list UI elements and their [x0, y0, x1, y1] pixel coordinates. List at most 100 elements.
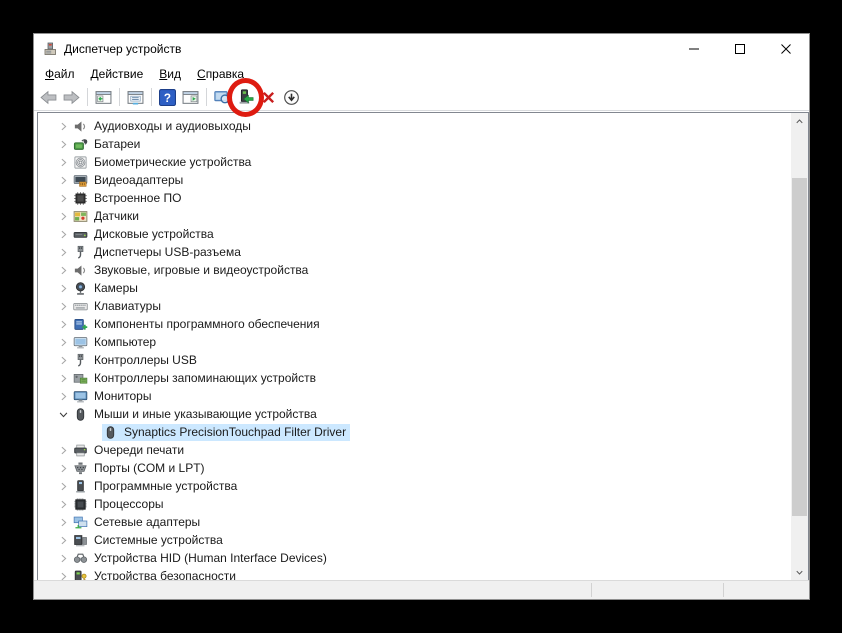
chevron-right-icon[interactable]: [54, 550, 72, 566]
disable-device-button[interactable]: [280, 86, 303, 109]
tree-item-content[interactable]: Батареи: [72, 136, 144, 153]
scroll-up-icon[interactable]: [791, 113, 808, 130]
tree-item-content[interactable]: Видеоадаптеры: [72, 172, 187, 189]
vertical-scrollbar[interactable]: [791, 113, 808, 581]
uninstall-button[interactable]: [257, 86, 280, 109]
chevron-right-icon[interactable]: [54, 118, 72, 134]
chevron-right-icon[interactable]: [54, 154, 72, 170]
menu-item-3[interactable]: Справка: [189, 65, 252, 83]
menu-item-0[interactable]: Файл: [37, 65, 83, 83]
tree-item[interactable]: Процессоры: [38, 495, 791, 513]
chevron-right-icon[interactable]: [54, 244, 72, 260]
tree-item[interactable]: Системные устройства: [38, 531, 791, 549]
back-arrow-button[interactable]: [37, 86, 60, 109]
chevron-right-icon[interactable]: [54, 352, 72, 368]
tree-item[interactable]: Камеры: [38, 279, 791, 297]
tree-item-content[interactable]: Программные устройства: [72, 478, 241, 495]
chevron-right-icon[interactable]: [54, 532, 72, 548]
tree-item[interactable]: Контроллеры запоминающих устройств: [38, 369, 791, 387]
chevron-right-icon[interactable]: [54, 226, 72, 242]
scrollbar-thumb[interactable]: [792, 178, 807, 516]
chevron-right-icon[interactable]: [54, 316, 72, 332]
tree-item-content[interactable]: Synaptics PrecisionTouchpad Filter Drive…: [102, 424, 350, 441]
tree-item-content[interactable]: Процессоры: [72, 496, 168, 513]
tree-item[interactable]: Порты (COM и LPT): [38, 459, 791, 477]
chevron-right-icon[interactable]: [54, 190, 72, 206]
tree-item-content[interactable]: Очереди печати: [72, 442, 188, 459]
tree-item-content[interactable]: Компоненты программного обеспечения: [72, 316, 324, 333]
tree-item[interactable]: Компоненты программного обеспечения: [38, 315, 791, 333]
tree-item[interactable]: Компьютер: [38, 333, 791, 351]
tree-item[interactable]: Контроллеры USB: [38, 351, 791, 369]
menu-item-2[interactable]: Вид: [151, 65, 189, 83]
action-pane-button[interactable]: [179, 86, 202, 109]
tree-item-content[interactable]: Датчики: [72, 208, 143, 225]
tree-item[interactable]: Программные устройства: [38, 477, 791, 495]
tree-item-content[interactable]: Дисковые устройства: [72, 226, 218, 243]
minimize-button[interactable]: [671, 34, 717, 63]
tree-item[interactable]: Батареи: [38, 135, 791, 153]
tree-item-content[interactable]: Компьютер: [72, 334, 160, 351]
chevron-right-icon[interactable]: [54, 370, 72, 386]
chevron-right-icon[interactable]: [54, 460, 72, 476]
tree-item[interactable]: Встроенное ПО: [38, 189, 791, 207]
chevron-right-icon[interactable]: [54, 298, 72, 314]
tree-item-content[interactable]: Сетевые адаптеры: [72, 514, 204, 531]
tree-item-label: Клавиатуры: [94, 299, 161, 313]
fingerprint-icon: [73, 155, 88, 170]
chevron-down-icon[interactable]: [54, 406, 72, 422]
tree-item[interactable]: Сетевые адаптеры: [38, 513, 791, 531]
chevron-right-icon[interactable]: [54, 208, 72, 224]
tree-item[interactable]: Дисковые устройства: [38, 225, 791, 243]
scan-hardware-button[interactable]: [211, 86, 234, 109]
tree-item[interactable]: Звуковые, игровые и видеоустройства: [38, 261, 791, 279]
chevron-right-icon[interactable]: [54, 262, 72, 278]
close-button[interactable]: [763, 34, 809, 63]
tree-item[interactable]: Клавиатуры: [38, 297, 791, 315]
hid-icon: [73, 551, 88, 566]
tree-item[interactable]: Устройства HID (Human Interface Devices): [38, 549, 791, 567]
tree-item-content[interactable]: Биометрические устройства: [72, 154, 255, 171]
scroll-down-icon[interactable]: [791, 564, 808, 581]
tree-item-content[interactable]: Камеры: [72, 280, 142, 297]
tree-item[interactable]: Видеоадаптеры: [38, 171, 791, 189]
tree-item-content[interactable]: Встроенное ПО: [72, 190, 185, 207]
chevron-right-icon[interactable]: [54, 172, 72, 188]
console-tree-button[interactable]: [92, 86, 115, 109]
chevron-right-icon[interactable]: [54, 478, 72, 494]
chevron-right-icon[interactable]: [54, 514, 72, 530]
tree-item[interactable]: Очереди печати: [38, 441, 791, 459]
help-button[interactable]: ?: [156, 86, 179, 109]
tree-item[interactable]: Мыши и иные указывающие устройства: [38, 405, 791, 423]
tree-item-content[interactable]: Системные устройства: [72, 532, 227, 549]
chevron-right-icon[interactable]: [54, 334, 72, 350]
tree-item[interactable]: Мониторы: [38, 387, 791, 405]
tree-item-content[interactable]: Клавиатуры: [72, 298, 165, 315]
tree-item[interactable]: Биометрические устройства: [38, 153, 791, 171]
forward-arrow-button[interactable]: [60, 86, 83, 109]
tree-item-content[interactable]: Контроллеры USB: [72, 352, 201, 369]
tree-item-child[interactable]: Synaptics PrecisionTouchpad Filter Drive…: [38, 423, 791, 441]
tree-item-content[interactable]: Диспетчеры USB-разъема: [72, 244, 245, 261]
chevron-right-icon[interactable]: [54, 280, 72, 296]
tree-item-content[interactable]: Мониторы: [72, 388, 155, 405]
tree-item-content[interactable]: Контроллеры запоминающих устройств: [72, 370, 320, 387]
tree-item[interactable]: Диспетчеры USB-разъема: [38, 243, 791, 261]
chevron-right-icon[interactable]: [54, 136, 72, 152]
tree-item-content[interactable]: Звуковые, игровые и видеоустройства: [72, 262, 312, 279]
tree-item[interactable]: Аудиовходы и аудиовыходы: [38, 117, 791, 135]
chevron-right-icon[interactable]: [54, 388, 72, 404]
tree-item-content[interactable]: Мыши и иные указывающие устройства: [72, 406, 321, 423]
tree-item-content[interactable]: Устройства HID (Human Interface Devices): [72, 550, 331, 567]
status-bar: [34, 580, 809, 599]
tree-item-label: Диспетчеры USB-разъема: [94, 245, 241, 259]
chevron-right-icon[interactable]: [54, 442, 72, 458]
properties-button[interactable]: [124, 86, 147, 109]
tree-item[interactable]: Датчики: [38, 207, 791, 225]
chevron-right-icon[interactable]: [54, 496, 72, 512]
menu-item-1[interactable]: Действие: [83, 65, 152, 83]
update-driver-button[interactable]: [234, 86, 257, 109]
tree-item-content[interactable]: Аудиовходы и аудиовыходы: [72, 118, 255, 135]
tree-item-content[interactable]: Порты (COM и LPT): [72, 460, 209, 477]
maximize-button[interactable]: [717, 34, 763, 63]
